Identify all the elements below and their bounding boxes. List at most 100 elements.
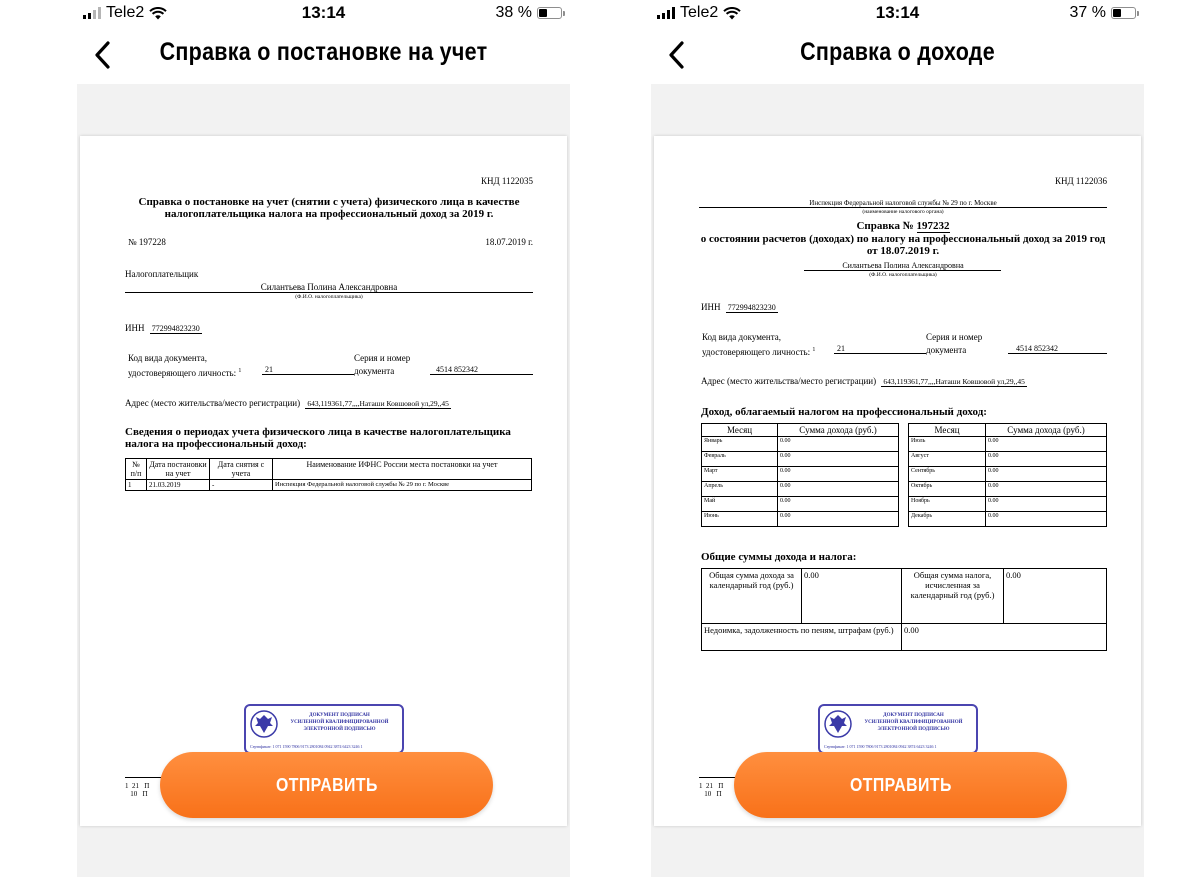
document-title: Справка о постановке на учет (снятии с у… [138,196,520,220]
page-title: Справка о постановке на учет [159,38,488,66]
col-header: Сумма дохода (руб.) [985,423,1107,437]
status-bar: Tele2 13:14 37 % [651,0,1144,28]
total-tax-value: 0.00 [1003,568,1107,624]
document-preview[interactable]: КНД 1122036 Инспекция Федеральной налого… [654,136,1141,826]
taxpayer-caption: (Ф.И.О. налогоплательщика) [869,272,937,278]
arrears-value: 0.00 [901,623,1107,651]
table-cell: 0.00 [777,511,899,527]
doc-code-label-line2: удостоверяющего личность: [702,347,811,357]
table-row: Апрель 0.00 [701,481,899,497]
table-cell: 0.00 [777,466,899,482]
taxpayer-name: Силантьева Полина Александровна [260,282,398,292]
table-cell: 0.00 [985,451,1107,467]
document-date: 18.07.2019 г. [485,237,533,247]
address-label: Адрес (место жительства/место регистраци… [125,398,301,408]
col-header: Наименование ИФНС России места постановк… [272,458,532,480]
table-cell: 0.00 [777,496,899,512]
title-rest: о состоянии расчетов (доходах) по налогу… [700,233,1106,257]
footnote: 1 21 П 10 П [125,782,149,798]
title-prefix: Справка № [856,220,914,232]
table-row: Недоимка, задолженность по пеням, штрафа… [701,623,1107,651]
doc-code-label: Код вида документа, удостоверяющего личн… [128,352,241,380]
send-button[interactable]: ОТПРАВИТЬ [734,752,1067,818]
taxpayer-label: Налогоплательщик [125,269,199,279]
table-row: Декабрь 0.00 [908,511,1107,527]
knd-code: КНД 1122035 [480,176,533,186]
stamp-line3: ЭЛЕКТРОННОЙ ПОДПИСЬЮ [303,727,376,732]
inn-value: 772994823230 [725,303,778,313]
document-preview[interactable]: КНД 1122035 Справка о постановке на учет… [80,136,567,826]
col-header: № п/п [125,458,147,480]
periods-title: Сведения о периодах учета физического ли… [125,426,511,450]
table-row: Август 0.00 [908,451,1107,467]
table-cell: Июль [908,436,986,452]
stamp-certificate: Сертификат: 1 071 1590 7806 9173 2801084… [250,744,363,749]
table-row: 1 21.03.2019 - Инспекция Федеральной нал… [125,479,532,491]
battery-icon [537,7,565,19]
table-cell: Ноябрь [908,496,986,512]
footnote-ref: 1 [238,368,242,374]
table-row: Январь 0.00 [701,436,899,452]
totals-title: Общие суммы дохода и налога: [701,551,857,563]
doc-code-label-line1: Код вида документа, [702,332,782,342]
series-label: Серия и номер документа [926,331,982,357]
series-label-line2: документа [354,366,395,376]
taxpayer-caption: (Ф.И.О. налогоплательщика) [295,294,363,300]
address-row: Адрес (место жительства/место регистраци… [125,398,451,409]
table-cell: Май [701,496,778,512]
col-header: Месяц [908,423,986,437]
table-cell: Инспекция Федеральной налоговой службы №… [272,479,532,491]
stamp-line1: ДОКУМЕНТ ПОДПИСАН [883,713,944,718]
footnote-ref: 1 [812,347,816,353]
totals-table: Общая сумма дохода за календарный год (р… [701,568,1107,651]
table-header-row: № п/п Дата постановки на учет Дата сняти… [125,458,532,480]
document-number: № 197228 [128,237,166,247]
footnote-line2: 10 П [125,790,148,798]
table-cell: Июнь [701,511,778,527]
status-right: 38 % [495,4,565,22]
doc-code-label-line1: Код вида документа, [128,353,208,363]
inn-row: ИНН 772994823230 [701,302,778,313]
stamp-line2: УСИЛЕННОЙ КВАЛИФИЦИРОВАННОЙ [864,720,963,725]
send-button-label: ОТПРАВИТЬ [849,774,952,795]
page-title: Справка о доходе [800,38,995,66]
table-cell: 0.00 [985,466,1107,482]
address-label: Адрес (место жительства/место регистраци… [701,376,877,386]
table-cell: 0.00 [777,451,899,467]
table-cell: 0.00 [985,511,1107,527]
status-bar: Tele2 13:14 38 % [77,0,570,28]
battery-percent: 38 % [495,4,532,21]
battery-icon [1111,7,1139,19]
coat-of-arms-icon [250,710,278,738]
col-header: Месяц [701,423,778,437]
series-value: 4514 852342 [1008,344,1107,354]
table-cell: Сентябрь [908,466,986,482]
periods-table: № п/п Дата постановки на учет Дата сняти… [125,458,532,491]
footnote-line1: 1 21 П [699,782,724,790]
inn-label: ИНН [125,323,145,333]
nav-bar: Справка о постановке на учет [77,28,570,84]
table-cell: 0.00 [777,436,899,452]
series-label: Серия и номер документа [354,352,410,378]
table-cell: Февраль [701,451,778,467]
table-cell: 21.03.2019 [146,479,210,491]
table-row: Март 0.00 [701,466,899,482]
table-row: Июль 0.00 [908,436,1107,452]
document-title: Справка № 197232 о состоянии расчетов (д… [699,220,1107,257]
footnote-line1: 1 21 П [125,782,150,790]
address-value: 643,119361,77,,,,Наташи Ковшовой ул,29,,… [881,377,1027,387]
table-cell: Август [908,451,986,467]
table-row: Февраль 0.00 [701,451,899,467]
send-button[interactable]: ОТПРАВИТЬ [160,752,493,818]
income-title: Доход, облагаемый налогом на профессиона… [701,406,987,418]
doc-code-label-line2: удостоверяющего личность: [128,368,237,378]
table-row: Июнь 0.00 [701,511,899,527]
col-header: Дата постановки на учет [146,458,210,480]
footnote: 1 21 П 10 П [699,782,723,798]
coat-of-arms-icon [824,710,852,738]
series-value: 4514 852342 [430,365,533,375]
table-header-row: Месяц Сумма дохода (руб.) [701,423,899,437]
income-table-right: Месяц Сумма дохода (руб.) Июль 0.00 Авгус… [908,423,1107,527]
table-cell: Декабрь [908,511,986,527]
table-cell: 0.00 [777,481,899,497]
